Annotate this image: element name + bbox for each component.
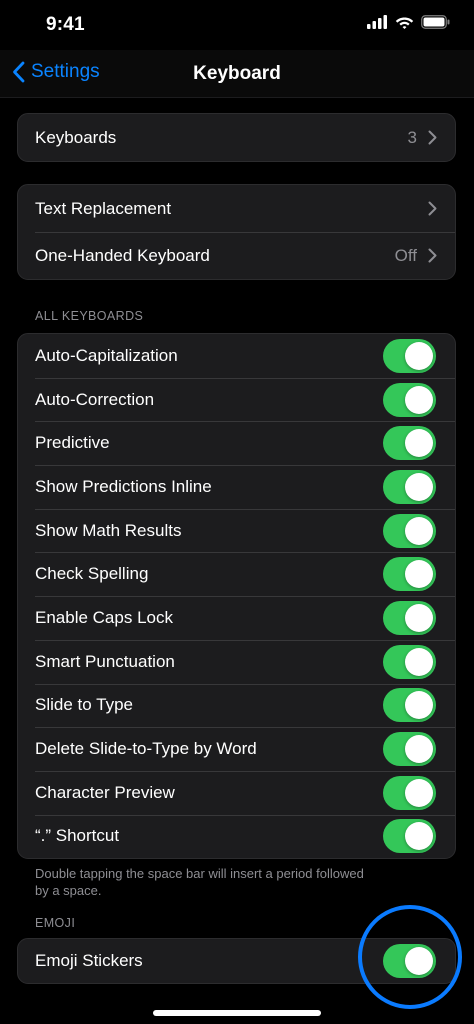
row-label: Enable Caps Lock [35, 607, 173, 627]
row-label: Show Math Results [35, 520, 182, 540]
text-replacement-row[interactable]: Text Replacement [18, 185, 455, 232]
toggle-row-check-spelling: Check Spelling [18, 552, 455, 596]
toggle-row-show-predictions-inline: Show Predictions Inline [18, 465, 455, 509]
cellular-signal-icon [367, 15, 387, 29]
character-preview-toggle[interactable] [383, 775, 436, 810]
row-label: Slide to Type [35, 695, 133, 715]
text-options-group: Text Replacement One-Handed Keyboard Off [17, 184, 456, 280]
check-spelling-toggle[interactable] [383, 557, 436, 592]
row-label: Text Replacement [35, 198, 172, 218]
smart-punctuation-toggle[interactable] [383, 644, 436, 679]
row-label: “.” Shortcut [35, 826, 120, 846]
all-keyboards-header: ALL KEYBOARDS [35, 309, 144, 323]
row-label: Smart Punctuation [35, 651, 175, 671]
toggle-row-character-preview: Character Preview [18, 770, 455, 815]
period-shortcut-toggle[interactable] [383, 819, 436, 854]
status-bar: 9:41 [0, 0, 474, 50]
row-value: Off [394, 245, 417, 265]
toggle-row-delete-slide-to-type-by-word: Delete Slide-to-Type by Word [18, 727, 455, 771]
toggle-knob [405, 778, 433, 807]
navigation-bar: Settings Keyboard [0, 50, 474, 98]
toggle-knob [405, 429, 433, 458]
show-math-results-toggle[interactable] [383, 513, 436, 548]
row-label: Character Preview [35, 782, 175, 802]
period-shortcut-footer: Double tapping the space bar will insert… [35, 866, 364, 898]
row-label: Keyboards [35, 127, 117, 147]
toggle-knob [405, 472, 433, 501]
slide-to-type-toggle[interactable] [383, 688, 436, 723]
toggle-row-predictive: Predictive [18, 421, 455, 465]
show-predictions-inline-toggle[interactable] [383, 469, 436, 504]
chevron-right-icon [428, 201, 437, 216]
emoji-header: EMOJI [35, 916, 76, 930]
toggle-knob [405, 516, 433, 545]
highlight-circle [358, 905, 462, 1009]
predictive-toggle[interactable] [383, 426, 436, 461]
toggle-knob [405, 735, 433, 764]
keyboards-row[interactable]: Keyboards 3 [18, 114, 455, 161]
toggle-row-slide-to-type: Slide to Type [18, 683, 455, 728]
toggle-row-enable-caps-lock: Enable Caps Lock [18, 596, 455, 640]
auto-capitalization-toggle[interactable] [383, 338, 436, 373]
battery-icon [421, 15, 450, 29]
page-title: Keyboard [193, 63, 281, 84]
chevron-right-icon [428, 248, 437, 263]
wifi-icon [395, 17, 414, 29]
toggle-knob [405, 385, 433, 414]
toggle-knob [405, 691, 433, 720]
auto-correction-toggle[interactable] [383, 382, 436, 417]
delete-slide-to-type-by-word-toggle[interactable] [383, 732, 436, 767]
row-label: Emoji Stickers [35, 950, 143, 970]
enable-caps-lock-toggle[interactable] [383, 600, 436, 635]
toggle-row-auto-capitalization: Auto-Capitalization [18, 334, 455, 378]
toggle-knob [405, 341, 433, 370]
toggle-knob [405, 603, 433, 632]
toggle-row-period-shortcut: “.” Shortcut [18, 814, 455, 859]
row-label: Show Predictions Inline [35, 476, 212, 496]
toggle-row-smart-punctuation: Smart Punctuation [18, 639, 455, 684]
toggle-row-show-math-results: Show Math Results [18, 508, 455, 553]
toggle-row-auto-correction: Auto-Correction [18, 377, 455, 422]
keyboards-group: Keyboards 3 [17, 113, 456, 162]
one-handed-keyboard-row[interactable]: One-Handed Keyboard Off [18, 232, 455, 279]
status-icons [367, 15, 450, 29]
toggle-knob [405, 560, 433, 589]
home-indicator [153, 1010, 321, 1016]
row-label: Delete Slide-to-Type by Word [35, 739, 257, 759]
status-time: 9:41 [46, 14, 85, 35]
row-label: Check Spelling [35, 564, 149, 584]
toggle-knob [405, 822, 433, 851]
row-value: 3 [407, 127, 417, 147]
chevron-right-icon [428, 130, 437, 145]
toggle-knob [405, 647, 433, 676]
row-label: Auto-Correction [35, 389, 155, 409]
all-keyboards-group: Auto-Capitalization Auto-Correction Pred… [17, 333, 456, 860]
row-label: Auto-Capitalization [35, 345, 178, 365]
row-label: One-Handed Keyboard [35, 245, 210, 265]
row-label: Predictive [35, 433, 110, 453]
